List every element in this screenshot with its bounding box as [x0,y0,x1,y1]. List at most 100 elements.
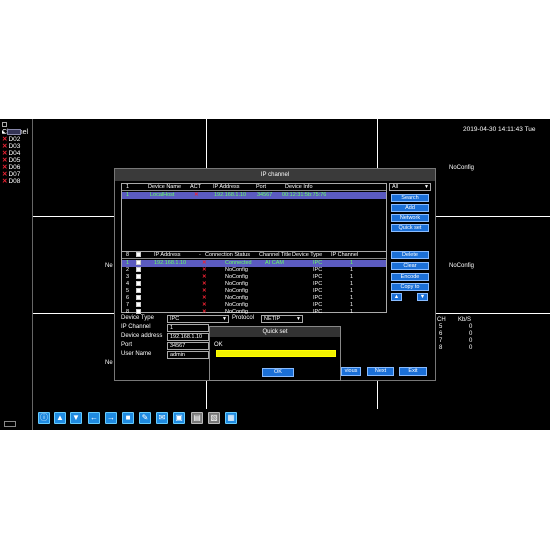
device-address-field[interactable]: 192.168.1.10 [167,333,209,341]
stats-kb-value: 0 [469,338,473,344]
move-down-button[interactable]: ▼ [417,293,428,301]
checkbox[interactable] [136,252,141,257]
channel-item-d05[interactable]: ✕D05 [2,157,32,164]
cell-ip: 192.168.1.10 [214,192,247,198]
device-icon[interactable]: ▤ [191,412,203,424]
cell-status: Connected [225,260,252,266]
cell-ch: 1 [350,267,354,273]
cell-status: NoConfig [225,302,248,308]
monitor-icon[interactable]: ▣ [173,412,185,424]
channel-item-d08[interactable]: ✕D08 [2,178,32,185]
checkbox[interactable] [136,302,141,307]
quick-set-status: OK [214,342,223,348]
ip-channel-field[interactable]: 1 [167,324,209,332]
copy-to-button[interactable]: Copy to [391,283,429,291]
disconnected-x-icon: ✕ [2,164,8,171]
cell-index: 1 [126,192,130,198]
status-x-icon: ✕ [202,260,207,266]
device-type-label: Device Type [121,315,154,321]
port-field[interactable]: 34567 [167,342,209,350]
chevron-down-icon: ▼ [424,184,429,190]
cell-status: NoConfig [225,288,248,294]
checkbox[interactable] [136,274,141,279]
channel-scrollbar[interactable] [4,421,16,427]
ip-channel-label: IP Channel [121,324,151,330]
cell-status: NoConfig [225,295,248,301]
previous-button[interactable]: vious [341,367,361,376]
channel-row[interactable]: ✕ 6 NoConfig IPC 1 [122,295,386,302]
disconnected-x-icon: ✕ [2,136,8,143]
network-button[interactable]: Network [391,214,429,222]
protocol-value: NETIP [264,316,281,322]
grid-layout-icon[interactable]: ▦ [225,412,237,424]
channel-row[interactable]: ✕ 2 NoConfig IPC 1 [122,267,386,274]
checkbox[interactable] [136,281,141,286]
cell-status: NoConfig [225,274,248,280]
disconnected-x-icon: ✕ [2,157,8,164]
next-button[interactable]: Next [367,367,394,376]
channel-table-header: 8 IP Address - Connection Status Channel… [122,252,386,259]
filter-select[interactable]: All ▼ [389,183,431,191]
encode-button[interactable]: Encode [391,273,429,281]
cell-n: 3 [126,274,130,280]
channel-row[interactable]: ✕ 3 NoConfig IPC 1 [122,274,386,281]
chevron-down-icon: ▼ [222,316,227,322]
device-type-select[interactable]: IPC ▼ [167,315,229,323]
move-up-button[interactable]: ▲ [391,293,402,301]
delete-button[interactable]: Delete [391,251,429,259]
channel-row[interactable]: ✕ 5 NoConfig IPC 1 [122,288,386,295]
exit-button[interactable]: Exit [399,367,427,376]
cell-type: IPC [313,295,323,301]
user-name-field[interactable]: admin [167,351,209,359]
cell-type: IPC [313,281,323,287]
edit-icon[interactable]: ✎ [139,412,151,424]
quick-set-button[interactable]: Quick set [391,224,429,232]
cell-type: IPC [313,309,323,315]
left-arrow-icon[interactable]: ← [88,412,100,424]
channel-item-d04[interactable]: ✕D04 [2,150,32,157]
cell-ch: 1 [350,288,354,294]
protocol-select[interactable]: NETIP ▼ [261,315,303,323]
channel-item-d07[interactable]: ✕D07 [2,171,32,178]
cell-ip: 192.168.1.10 [154,260,187,266]
selected-channel-box[interactable] [7,129,22,135]
ok-button[interactable]: OK [262,368,294,377]
stats-ch-header: CH [437,317,446,323]
device-address-label: Device address [121,333,163,339]
play-arrow-icon: ▸ [2,129,6,136]
channel-row[interactable]: ✕ 7 NoConfig IPC 1 [122,302,386,309]
quick-set-title: Quick set [210,327,340,337]
channel-item-d01[interactable]: ▸ [2,129,32,136]
mail-icon[interactable]: ✉ [156,412,168,424]
channel-row[interactable]: ✕ 4 NoConfig IPC 1 [122,281,386,288]
channel-item-d06[interactable]: ✕D06 [2,164,32,171]
search-button[interactable]: Search [391,194,429,202]
checkbox[interactable] [136,288,141,293]
disconnected-x-icon: ✕ [2,143,8,150]
checkbox[interactable] [136,295,141,300]
search-result-row[interactable]: 1 LocalHost ✕ 192.168.1.10 34567 00:12:3… [122,192,386,199]
col-header-count: 8 [126,252,130,258]
stats-ch-value: 7 [439,338,443,344]
channel-item-d02[interactable]: ✕D02 [2,136,32,143]
protocol-label: Protocol [232,315,255,321]
record-icon[interactable]: ■ [122,412,134,424]
next-page-icon[interactable]: ▼ [70,412,82,424]
checkbox[interactable] [136,267,141,272]
channel-row[interactable]: ✕ 1 192.168.1.10 Connected AI CAM IPC 1 [122,260,386,267]
status-x-icon: ✕ [202,281,207,287]
device-type-value: IPC [170,316,180,322]
checkbox[interactable] [136,260,141,265]
status-x-icon: ✕ [202,274,207,280]
cell-ch: 1 [350,260,354,266]
right-arrow-icon[interactable]: → [105,412,117,424]
cell-n: 1 [126,260,130,266]
collapse-box-icon[interactable] [2,121,7,127]
channel-list: ▸ ✕D02 ✕D03 ✕D04 ✕D05 ✕D06 ✕D07 ✕D08 [2,129,32,185]
add-button[interactable]: Add [391,204,429,212]
channel-item-d03[interactable]: ✕D03 [2,143,32,150]
previous-page-icon[interactable]: ▲ [54,412,66,424]
clear-button[interactable]: Clear [391,262,429,270]
home-icon[interactable]: ⓘ [38,412,50,424]
disk-icon[interactable]: ▧ [208,412,220,424]
